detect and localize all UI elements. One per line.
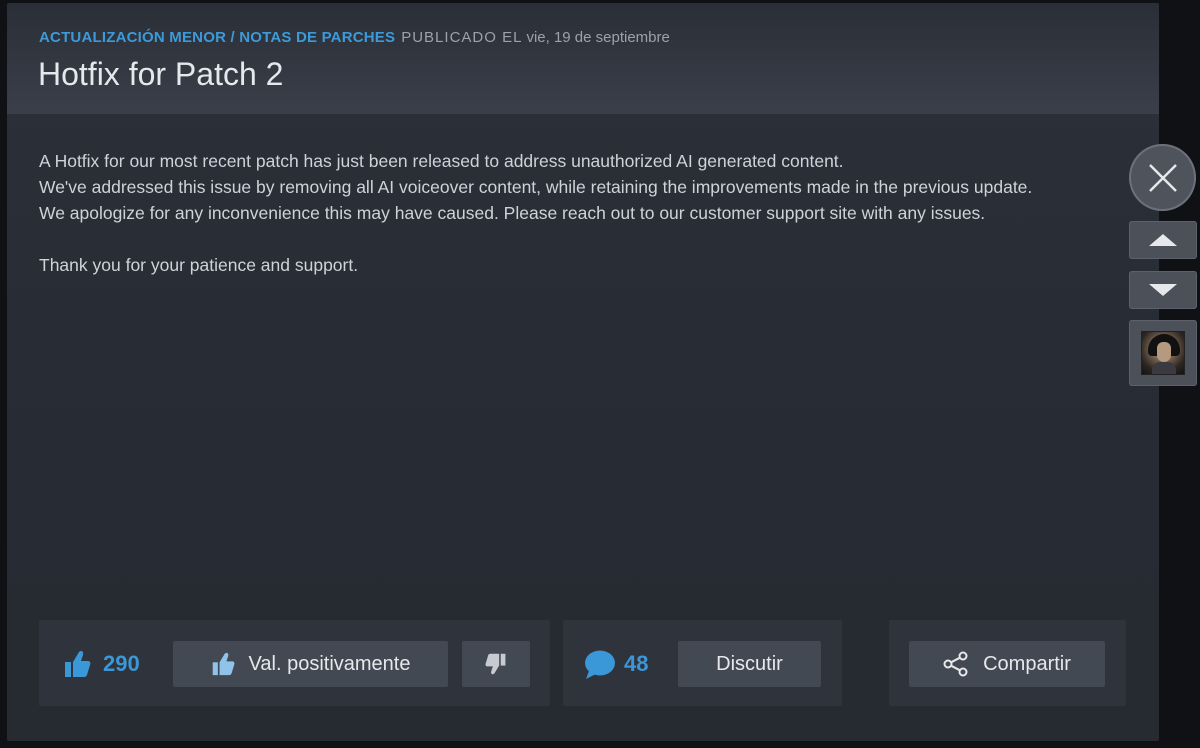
body-paragraph: We apologize for any inconvenience this … (39, 203, 986, 223)
discussion-box: 48 Discutir (563, 620, 842, 706)
event-panel: ACTUALIZACIÓN MENOR / NOTAS DE PARCHES PU… (7, 3, 1159, 741)
arrow-down-icon (1149, 284, 1177, 296)
arrow-up-icon (1149, 234, 1177, 246)
rating-box: 290 Val. positivamente (39, 620, 550, 706)
user-avatar-button[interactable] (1129, 320, 1197, 386)
event-meta: ACTUALIZACIÓN MENOR / NOTAS DE PARCHES PU… (39, 29, 670, 46)
discuss-button[interactable]: Discutir (678, 641, 821, 687)
previous-event-button[interactable] (1129, 221, 1197, 259)
share-button-label: Compartir (983, 652, 1071, 675)
published-label: PUBLICADO EL (401, 29, 523, 46)
published-date: vie, 19 de septiembre (526, 29, 670, 46)
avatar (1141, 331, 1185, 375)
discuss-button-label: Discutir (716, 652, 783, 675)
event-category[interactable]: ACTUALIZACIÓN MENOR / NOTAS DE PARCHES (39, 29, 395, 46)
page-title: Hotfix for Patch 2 (38, 56, 284, 92)
body-paragraph: We've addressed this issue by removing a… (39, 177, 1033, 197)
close-icon (1147, 162, 1179, 194)
like-button[interactable]: Val. positivamente (173, 641, 448, 687)
body-paragraph: A Hotfix for our most recent patch has j… (39, 151, 844, 171)
thumbs-up-icon (63, 649, 91, 684)
event-header: ACTUALIZACIÓN MENOR / NOTAS DE PARCHES PU… (7, 3, 1159, 114)
event-body: A Hotfix for our most recent patch has j… (39, 148, 1129, 278)
thumbs-down-icon (485, 652, 507, 676)
thumbs-up-icon (211, 651, 235, 677)
share-button[interactable]: Compartir (909, 641, 1105, 687)
speech-bubble-icon (584, 650, 616, 685)
dislike-button[interactable] (462, 641, 530, 687)
next-event-button[interactable] (1129, 271, 1197, 309)
like-button-label: Val. positivamente (248, 652, 411, 675)
close-button[interactable] (1129, 144, 1196, 211)
body-paragraph: Thank you for your patience and support. (39, 255, 359, 275)
event-footer: 290 Val. positivamente 48 Discutir Compa… (7, 586, 1159, 741)
comments-count: 48 (624, 651, 649, 676)
share-icon (943, 651, 969, 677)
likes-count: 290 (103, 651, 140, 676)
share-box: Compartir (889, 620, 1126, 706)
